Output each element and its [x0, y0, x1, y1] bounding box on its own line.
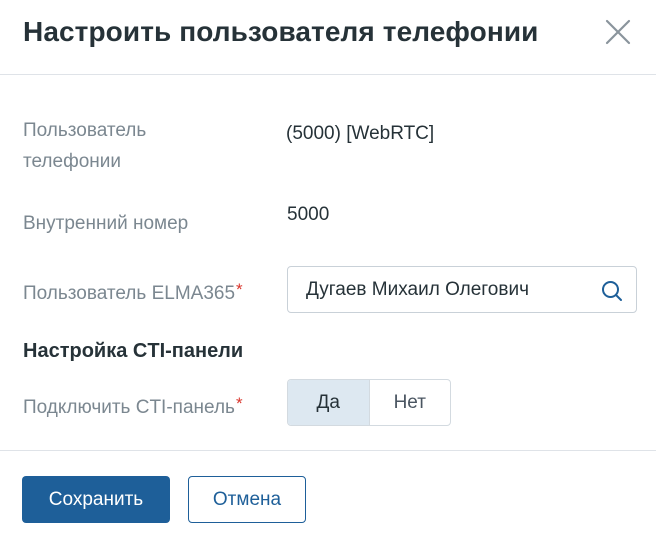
elma-user-label-text: Пользователь ELMA365 [23, 283, 236, 304]
telephony-user-label: Пользователь телефонии [23, 115, 146, 177]
search-icon[interactable] [600, 279, 624, 303]
dialog-title: Настроить пользователя телефонии [23, 16, 539, 47]
elma-user-input[interactable]: Дугаев Михаил Олегович [287, 266, 637, 313]
toggle-option-no[interactable]: Нет [370, 380, 451, 425]
elma-user-label: Пользователь ELMA365* [23, 274, 243, 309]
cti-connect-toggle[interactable]: Да Нет [287, 379, 451, 426]
elma-user-input-value: Дугаев Михаил Олегович [306, 279, 529, 300]
telephony-user-value: (5000) [WebRTC] [286, 123, 435, 144]
configure-telephony-user-dialog: Настроить пользователя телефонии Пользов… [0, 0, 656, 544]
telephony-user-label-line1: Пользователь [23, 120, 147, 141]
dialog-footer: Сохранить Отмена [0, 450, 656, 544]
cancel-button[interactable]: Отмена [188, 476, 306, 523]
toggle-option-yes[interactable]: Да [288, 380, 370, 425]
required-mark: * [235, 394, 243, 413]
close-icon[interactable] [604, 18, 632, 46]
save-button[interactable]: Сохранить [22, 476, 170, 523]
required-mark: * [236, 280, 243, 299]
telephony-user-label-line2: телефонии [23, 151, 121, 172]
extension-value: 5000 [287, 204, 330, 225]
cti-connect-label-text: Подключить CTI-панель [23, 397, 235, 418]
dialog-header: Настроить пользователя телефонии [0, 0, 656, 75]
extension-label: Внутренний номер [23, 213, 189, 234]
cti-section-title: Настройка CTI-панели [23, 340, 244, 362]
cti-connect-label: Подключить CTI-панель* [23, 388, 243, 423]
